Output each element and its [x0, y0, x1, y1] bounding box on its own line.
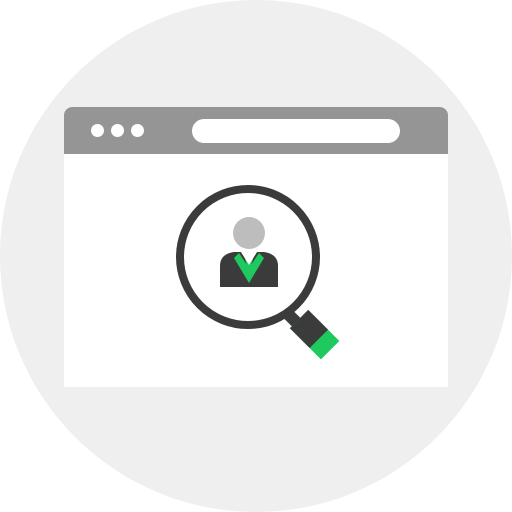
avatar-head [233, 217, 265, 249]
magnifying-glass-icon [176, 185, 340, 360]
illustration [0, 0, 512, 512]
magnifier-handle [284, 309, 340, 360]
